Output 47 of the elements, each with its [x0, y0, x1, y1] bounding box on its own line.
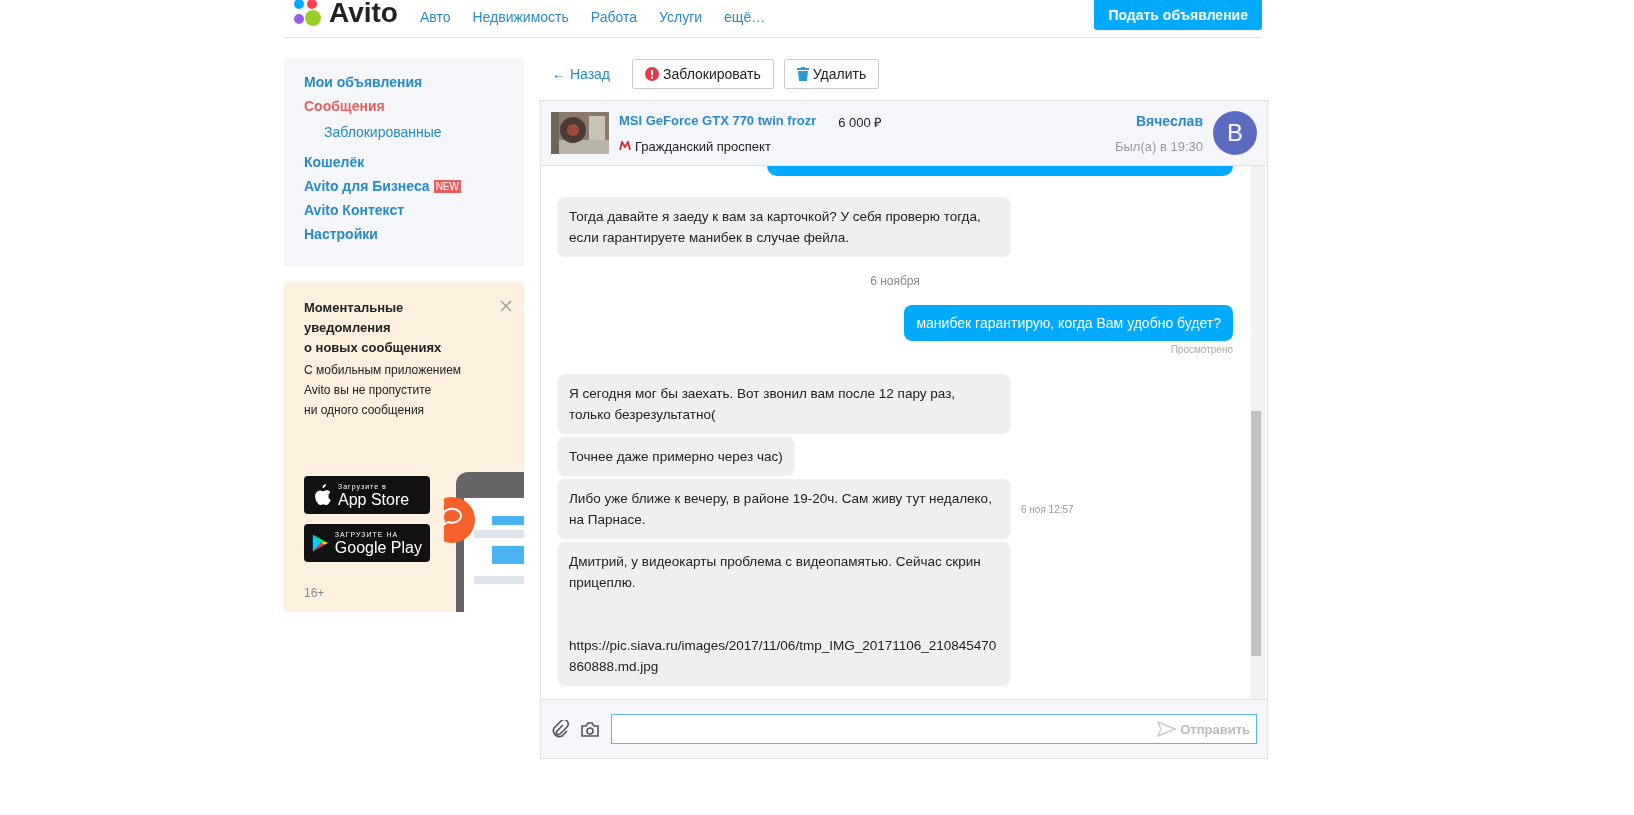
- logo-dots-icon: [293, 0, 323, 27]
- avatar[interactable]: В: [1213, 111, 1257, 155]
- block-button[interactable]: Заблокировать: [632, 59, 774, 89]
- message-bubble: Точнее даже примерно через час): [557, 437, 795, 476]
- warning-icon: [645, 67, 659, 81]
- play-icon: [312, 532, 329, 554]
- message-bubble: Тогда давайте я заеду к вам за карточкой? У себя проверю тогда, если гарантируете манибек в случае фейла.: [557, 197, 1011, 257]
- metro-station: Гражданский проспект: [635, 138, 771, 154]
- nav-link[interactable]: ещё…: [724, 8, 766, 25]
- logo[interactable]: Avito: [293, 0, 398, 29]
- nav-link[interactable]: Услуги: [659, 8, 703, 25]
- message-status: Просмотрено: [1170, 344, 1233, 355]
- paperclip-icon[interactable]: [551, 720, 569, 738]
- apple-icon: [312, 484, 332, 506]
- trash-icon: [796, 67, 809, 81]
- date-separator: 6 ноября: [870, 274, 920, 288]
- sidebar-item[interactable]: Мои объявления: [304, 74, 423, 90]
- nav-link[interactable]: Авто: [419, 8, 451, 25]
- camera-icon[interactable]: [581, 721, 599, 737]
- age-rating: 16+: [304, 586, 326, 600]
- close-icon[interactable]: [500, 300, 512, 312]
- sidebar-item[interactable]: Кошелёк: [304, 154, 365, 170]
- metro-icon: [619, 141, 631, 151]
- sidebar-item[interactable]: Avito для Бизнеса: [304, 178, 430, 194]
- delete-button[interactable]: Удалить: [783, 59, 880, 89]
- scrollbar[interactable]: [1251, 166, 1265, 699]
- item-price: 6 000 ₽: [838, 113, 883, 131]
- message-bubble: Либо уже ближе к вечеру, в районе 19-20ч. Сам живу тут недалеко, на Парнасе.: [557, 479, 1011, 539]
- last-seen: Был(а) в 19:30: [1115, 138, 1203, 154]
- message-time: 6 ноя 12:57: [1021, 503, 1074, 515]
- message-bubble: Я сегодня мог бы заехать. Вот звонил вам после 12 пару раз, только безрезультатно(: [557, 374, 1011, 434]
- user-name[interactable]: Вячеслав: [1135, 112, 1203, 129]
- send-icon: [1156, 721, 1177, 737]
- sidebar-item[interactable]: Сообщения: [304, 98, 385, 114]
- message-bubble: Дмитрий, у видеокарты проблема с видеопамятью. Сейчас скрин прицеплю. https://pic.siava.ru/images/2017/11/06/tmp_IMG_20171106_210845470860888.md.jpg: [557, 542, 1011, 686]
- sidebar-item[interactable]: Настройки: [304, 226, 378, 242]
- promo-text: С мобильным приложением Avito вы не пропустите ни одного сообщения: [304, 362, 463, 419]
- item-title[interactable]: MSI GeForce GTX 770 twin frozr: [619, 112, 817, 131]
- promo-title: Моментальные уведомления о новых сообщениях: [304, 299, 442, 357]
- sidebar-item[interactable]: Avito Контекст: [304, 202, 405, 218]
- nav-link[interactable]: Недвижимость: [472, 8, 569, 25]
- message-bubble: манибек гарантирую, когда Вам удобно будет?: [904, 305, 1233, 341]
- back-link[interactable]: ← Назад: [552, 66, 610, 82]
- sidebar-subitem[interactable]: Заблокированные: [324, 124, 442, 140]
- new-badge: NEW: [433, 179, 461, 193]
- nav-link[interactable]: Работа: [590, 8, 637, 25]
- post-ad-button[interactable]: Подать объявление: [1094, 0, 1262, 30]
